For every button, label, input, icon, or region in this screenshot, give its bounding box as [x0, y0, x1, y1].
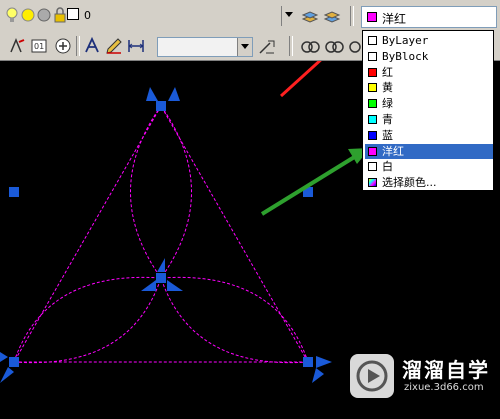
color-option[interactable]: 白 [365, 159, 493, 174]
color-option[interactable]: ByLayer [365, 33, 493, 48]
arrow-right-down-icon [312, 368, 324, 383]
table-style-select[interactable] [157, 37, 253, 57]
color-swatch [368, 130, 377, 140]
color-option-label: ByLayer [382, 34, 429, 47]
arrow-top-left-icon [146, 87, 158, 101]
watermark-name: 溜溜自学 [402, 358, 490, 382]
color-option-label: 青 [382, 113, 393, 126]
chevron-down-icon[interactable] [237, 38, 252, 56]
color-swatch [368, 36, 377, 45]
color-option[interactable]: 蓝 [365, 128, 493, 143]
grip-top[interactable] [156, 101, 166, 111]
color-dropdown-list: ByLayer ByBlock 红黄绿青蓝洋红白选择颜色... [362, 30, 494, 191]
multileader-icon[interactable] [258, 37, 276, 55]
toolbar-separator [76, 36, 80, 56]
color-option-label: 洋红 [382, 144, 404, 158]
color-swatch [368, 83, 377, 93]
red-arrow [279, 61, 322, 98]
color-option[interactable]: 黄 [365, 80, 493, 95]
watermark-logo: 溜溜自学 zixue.3d66.com [350, 352, 500, 400]
layer-select[interactable]: 0 [2, 6, 296, 26]
color-option-label: ByBlock [382, 49, 429, 63]
color-option-label: 黄 [382, 81, 393, 95]
orbit3-icon[interactable] [348, 38, 362, 56]
arrow-center-right-icon [167, 280, 183, 291]
color-swatch [368, 178, 377, 188]
orbit2-icon[interactable] [324, 38, 346, 56]
grips [9, 101, 313, 367]
color-option-label: 绿 [382, 97, 393, 111]
pencil-icon[interactable] [105, 37, 123, 55]
color-option-label: 白 [382, 160, 393, 174]
color-swatch [368, 146, 377, 156]
color-option-label: 红 [382, 65, 393, 79]
color-option-label: 蓝 [382, 128, 393, 142]
arc-left-upper [130, 105, 162, 279]
layer-states-icon[interactable] [301, 7, 319, 25]
arrow-top-right-icon [168, 87, 180, 101]
color-swatch [368, 99, 377, 109]
toolbar-separator [350, 6, 354, 26]
svg-text:01: 01 [34, 42, 44, 51]
green-arrow [260, 148, 370, 216]
arrow-right-icon [316, 356, 332, 368]
arc-right-upper [160, 105, 192, 279]
arrow-center-left-icon [141, 280, 156, 291]
grip-right[interactable] [303, 357, 313, 367]
grip-mid-left[interactable] [9, 187, 19, 197]
color-option[interactable]: 绿 [365, 96, 493, 111]
chevron-down-icon[interactable] [281, 6, 296, 26]
color-option[interactable]: 红 [365, 65, 493, 80]
color-option[interactable]: 青 [365, 112, 493, 127]
color-swatch [368, 115, 377, 124]
color-swatch [368, 162, 377, 172]
orbit-icon[interactable] [300, 38, 322, 56]
grip-left[interactable] [9, 357, 19, 367]
dimension-icon[interactable] [127, 37, 145, 55]
color-option-label: 选择颜色... [382, 176, 437, 190]
plot-style-icon[interactable] [54, 37, 72, 55]
grip-arrows [0, 87, 332, 383]
toolbar-separator [289, 36, 293, 56]
layer-previous-icon[interactable] [323, 7, 341, 25]
arrow-center-up-icon [157, 258, 165, 272]
color-option[interactable]: ByBlock [365, 49, 493, 64]
color-option[interactable]: 选择颜色... [365, 175, 493, 190]
color-swatch [367, 12, 377, 22]
arrow-left-down-icon [0, 367, 14, 383]
text-icon[interactable] [83, 36, 101, 55]
layer-value: 0 [84, 9, 91, 22]
layer-toolbar: 0 洋红 [0, 0, 500, 34]
color-swatch [368, 67, 377, 77]
dim-style-icon[interactable]: 01 [30, 37, 48, 55]
color-swatch [368, 51, 377, 61]
color-select[interactable]: 洋红 [361, 6, 497, 28]
triangle [13, 104, 309, 363]
color-value: 洋红 [382, 12, 407, 26]
watermark-url: zixue.3d66.com [404, 382, 484, 393]
color-option[interactable]: 洋红 [365, 143, 493, 159]
magenta-curves [13, 104, 309, 364]
text-style-icon[interactable] [8, 37, 26, 55]
play-logo-icon [350, 354, 394, 398]
arrow-left-up-icon [0, 352, 8, 362]
grip-center[interactable] [156, 273, 166, 283]
